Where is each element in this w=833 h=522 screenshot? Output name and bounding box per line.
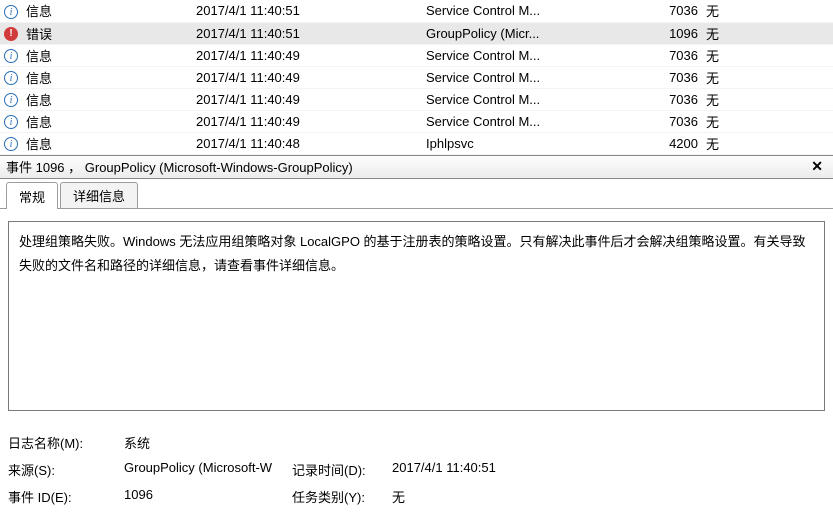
row-level: 错误 [22, 22, 192, 44]
detail-tabs: 常规 详细信息 [0, 179, 833, 209]
row-id: 4200 [642, 132, 702, 154]
tab-details[interactable]: 详细信息 [60, 182, 138, 208]
row-id: 7036 [642, 0, 702, 22]
row-cat: 无 [702, 88, 833, 110]
tab-general[interactable]: 常规 [6, 182, 58, 209]
event-row[interactable]: i 信息2017/4/1 11:40:49Service Control M...… [0, 44, 833, 66]
event-row[interactable]: i 信息2017/4/1 11:40:48Iphlpsvc4200无 [0, 132, 833, 154]
row-level: 信息 [22, 132, 192, 154]
row-time: 2017/4/1 11:40:51 [192, 0, 422, 22]
row-source: Service Control M... [422, 88, 642, 110]
row-time: 2017/4/1 11:40:51 [192, 22, 422, 44]
row-id: 7036 [642, 66, 702, 88]
taskcat-label: 任务类别(Y): [292, 487, 392, 506]
eventid-label: 事件 ID(E): [8, 487, 124, 506]
row-source: Service Control M... [422, 44, 642, 66]
row-source: GroupPolicy (Micr... [422, 22, 642, 44]
event-list[interactable]: i信息2017/4/1 11:40:51Service Control M...… [0, 0, 833, 155]
row-time: 2017/4/1 11:40:49 [192, 66, 422, 88]
logname-label: 日志名称(M): [8, 433, 124, 452]
logged-label: 记录时间(D): [292, 460, 392, 479]
event-description: 处理组策略失败。Windows 无法应用组策略对象 LocalGPO 的基于注册… [8, 221, 825, 411]
row-source: Iphlpsvc [422, 132, 642, 154]
detail-title: 事件 1096 ， GroupPolicy (Microsoft-Windows… [6, 157, 353, 176]
row-time: 2017/4/1 11:40:48 [192, 132, 422, 154]
row-time: 2017/4/1 11:40:49 [192, 110, 422, 132]
info-icon: i [4, 137, 18, 151]
detail-header: 事件 1096 ， GroupPolicy (Microsoft-Windows… [0, 155, 833, 179]
row-id: 1096 [642, 22, 702, 44]
info-icon: i [4, 5, 18, 19]
taskcat-value: 无 [392, 487, 405, 506]
row-time: 2017/4/1 11:40:49 [192, 88, 422, 110]
row-level: 信息 [22, 0, 192, 22]
row-cat: 无 [702, 132, 833, 154]
event-properties: 日志名称(M): 系统 来源(S): GroupPolicy (Microsof… [8, 433, 825, 506]
logged-value: 2017/4/1 11:40:51 [392, 460, 496, 479]
logname-value: 系统 [124, 433, 292, 452]
source-label: 来源(S): [8, 460, 124, 479]
row-cat: 无 [702, 22, 833, 44]
info-icon: i [4, 93, 18, 107]
event-row[interactable]: i 信息2017/4/1 11:40:49Service Control M...… [0, 88, 833, 110]
row-time: 2017/4/1 11:40:49 [192, 44, 422, 66]
detail-body: 处理组策略失败。Windows 无法应用组策略对象 LocalGPO 的基于注册… [0, 209, 833, 522]
info-icon: i [4, 49, 18, 63]
close-icon[interactable]: ✕ [807, 158, 827, 175]
row-id: 7036 [642, 110, 702, 132]
row-cat: 无 [702, 66, 833, 88]
row-source: Service Control M... [422, 66, 642, 88]
info-icon: i [4, 115, 18, 129]
row-cat: 无 [702, 0, 833, 22]
row-level: 信息 [22, 66, 192, 88]
row-id: 7036 [642, 88, 702, 110]
row-level: 信息 [22, 44, 192, 66]
row-cat: 无 [702, 44, 833, 66]
row-id: 7036 [642, 44, 702, 66]
event-row[interactable]: i 信息2017/4/1 11:40:51Service Control M...… [0, 0, 833, 22]
event-row[interactable]: i 信息2017/4/1 11:40:49Service Control M...… [0, 66, 833, 88]
row-level: 信息 [22, 88, 192, 110]
error-icon: ! [4, 27, 18, 41]
info-icon: i [4, 71, 18, 85]
row-level: 信息 [22, 110, 192, 132]
event-row[interactable]: ! 错误2017/4/1 11:40:51GroupPolicy (Micr...… [0, 22, 833, 44]
event-row[interactable]: i 信息2017/4/1 11:40:49Service Control M...… [0, 110, 833, 132]
eventid-value: 1096 [124, 487, 292, 506]
row-source: Service Control M... [422, 0, 642, 22]
source-value: GroupPolicy (Microsoft-W [124, 460, 292, 479]
row-cat: 无 [702, 110, 833, 132]
row-source: Service Control M... [422, 110, 642, 132]
